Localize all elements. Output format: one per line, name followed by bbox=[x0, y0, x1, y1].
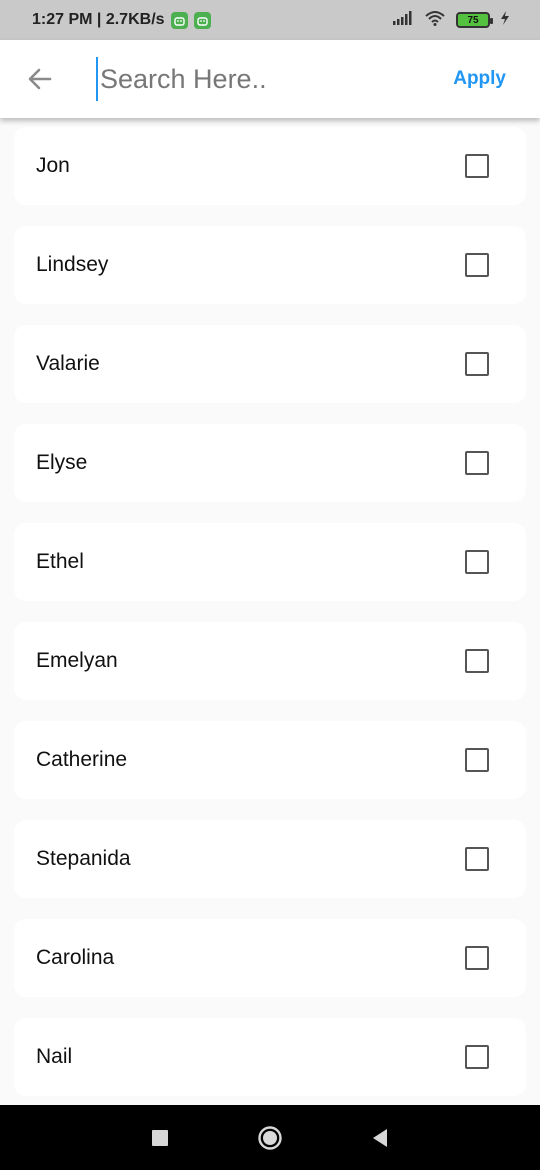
list-item[interactable]: Emelyan bbox=[14, 622, 526, 700]
android-app-icon bbox=[170, 11, 188, 29]
list-item[interactable]: Catherine bbox=[14, 721, 526, 799]
checkbox[interactable] bbox=[465, 451, 489, 475]
checkbox[interactable] bbox=[465, 1045, 489, 1069]
list-item-label: Nail bbox=[36, 1045, 73, 1068]
triangle-back-icon bbox=[373, 1128, 387, 1147]
signal-icon bbox=[392, 10, 414, 30]
circle-icon bbox=[258, 1125, 282, 1150]
list-item-label: Emelyan bbox=[36, 649, 118, 672]
list-item-label: Carolina bbox=[36, 946, 115, 969]
name-list: Jon Lindsey Valarie Elyse Ethel Emelyan … bbox=[0, 118, 540, 1105]
search-input[interactable] bbox=[96, 57, 416, 101]
list-item[interactable]: Jon bbox=[14, 127, 526, 205]
search-app-bar: Apply bbox=[0, 40, 540, 118]
list-item-label: Jon bbox=[36, 154, 70, 177]
checkbox[interactable] bbox=[465, 253, 489, 277]
list-item-label: Ethel bbox=[36, 550, 84, 573]
list-item-label: Stepanida bbox=[36, 847, 131, 870]
apply-button[interactable]: Apply bbox=[453, 68, 506, 90]
battery-level: 75 bbox=[467, 14, 479, 26]
status-time-speed: 1:27 PM | 2.7KB/s bbox=[32, 11, 165, 28]
list-item-label: Valarie bbox=[36, 352, 100, 375]
system-nav-bar bbox=[0, 1105, 540, 1170]
checkbox[interactable] bbox=[465, 748, 489, 772]
checkbox[interactable] bbox=[465, 154, 489, 178]
checkbox[interactable] bbox=[465, 550, 489, 574]
square-icon bbox=[152, 1129, 168, 1146]
list-item-label: Catherine bbox=[36, 748, 128, 771]
checkbox[interactable] bbox=[465, 352, 489, 376]
checkbox[interactable] bbox=[465, 649, 489, 673]
list-item[interactable]: Nail bbox=[14, 1018, 526, 1096]
home-button[interactable] bbox=[257, 1125, 283, 1151]
back-arrow-button[interactable] bbox=[22, 61, 58, 97]
wifi-icon bbox=[424, 10, 446, 31]
checkbox[interactable] bbox=[465, 946, 489, 970]
list-item[interactable]: Elyse bbox=[14, 424, 526, 502]
android-app-icon bbox=[193, 11, 211, 29]
charging-icon bbox=[500, 10, 510, 30]
recents-button[interactable] bbox=[151, 1129, 169, 1147]
checkbox[interactable] bbox=[465, 847, 489, 871]
list-item[interactable]: Stepanida bbox=[14, 820, 526, 898]
list-item[interactable]: Carolina bbox=[14, 919, 526, 997]
list-item[interactable]: Lindsey bbox=[14, 226, 526, 304]
back-button[interactable] bbox=[371, 1128, 389, 1148]
list-item[interactable]: Valarie bbox=[14, 325, 526, 403]
list-item[interactable]: Ethel bbox=[14, 523, 526, 601]
list-item-label: Elyse bbox=[36, 451, 88, 474]
arrow-left-icon bbox=[28, 68, 52, 90]
status-bar: 1:27 PM | 2.7KB/s 75 bbox=[0, 0, 540, 40]
battery-icon: 75 bbox=[456, 12, 493, 28]
list-item-label: Lindsey bbox=[36, 253, 109, 276]
